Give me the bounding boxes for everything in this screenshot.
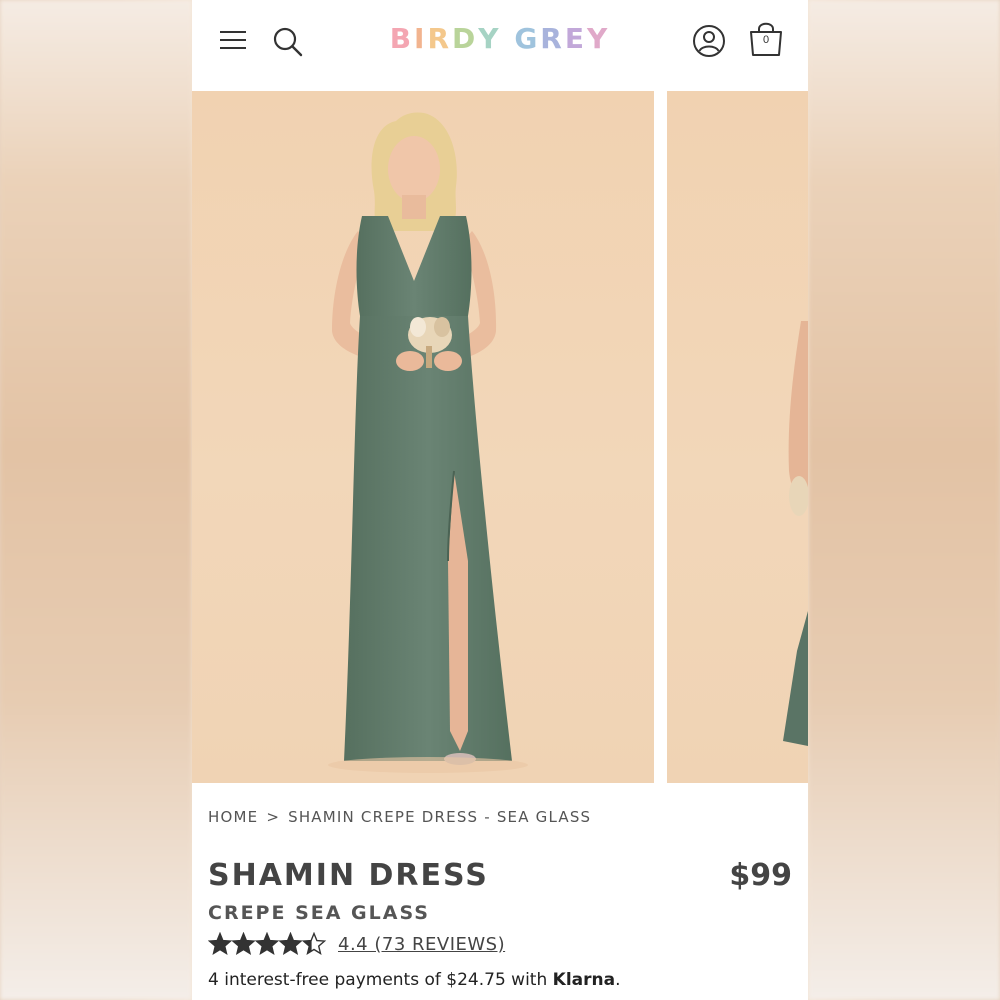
product-image-gallery[interactable] (192, 91, 808, 783)
star-icon (278, 932, 303, 955)
star-icon (231, 932, 256, 955)
logo-letter: G (514, 22, 541, 55)
product-subtitle: CREPE SEA GLASS (208, 902, 430, 924)
star-icon (208, 932, 233, 955)
cart-button[interactable]: 0 (748, 20, 784, 58)
breadcrumb-current: SHAMIN CREPE DRESS - SEA GLASS (288, 808, 592, 826)
logo-letter: Y (587, 22, 611, 55)
logo-letter: B (389, 22, 415, 55)
payments-text: 4 interest-free payments of $24.75 with (208, 970, 553, 990)
payments-suffix: . (615, 970, 621, 990)
klarna-payment-message: 4 interest-free payments of $24.75 with … (208, 970, 620, 990)
reviews-link[interactable]: 4.4 (73 REVIEWS) (338, 934, 505, 955)
menu-button[interactable] (220, 28, 248, 52)
breadcrumb-separator: > (266, 808, 281, 826)
model-photo-front (328, 112, 528, 773)
logo-letter: R (540, 22, 565, 55)
star-icon (301, 932, 327, 955)
search-button[interactable] (272, 26, 304, 58)
hamburger-menu-icon (220, 31, 246, 49)
search-icon (273, 27, 303, 57)
product-title: SHAMIN DRESS (208, 858, 489, 893)
site-header: BIRDY GREY 0 (192, 0, 808, 90)
user-account-icon (693, 25, 725, 57)
background-blur-right (808, 0, 1000, 1000)
logo-letter: D (452, 22, 479, 55)
logo-letter: Y (478, 22, 502, 55)
breadcrumb-home-link[interactable]: HOME (208, 808, 258, 826)
star-icon (254, 932, 280, 955)
logo-letter: I (414, 22, 428, 55)
mobile-page: BIRDY GREY 0 HOME > SHAMIN CREPE DRESS -… (192, 0, 808, 1000)
star-rating[interactable] (208, 932, 328, 956)
product-price: $99 (729, 858, 792, 893)
klarna-logo[interactable]: Klarna (553, 970, 615, 990)
breadcrumb: HOME > SHAMIN CREPE DRESS - SEA GLASS (208, 808, 768, 826)
product-image-secondary[interactable] (667, 91, 808, 783)
cart-count-badge: 0 (762, 34, 770, 46)
model-photo-side (783, 321, 808, 746)
account-button[interactable] (692, 24, 726, 58)
background-blur-left (0, 0, 192, 1000)
logo-letter (502, 22, 515, 56)
logo-letter: E (564, 22, 587, 55)
product-image-main[interactable] (192, 91, 654, 783)
birdy-grey-logo[interactable]: BIRDY GREY (382, 22, 618, 56)
logo-letter: R (427, 22, 453, 55)
